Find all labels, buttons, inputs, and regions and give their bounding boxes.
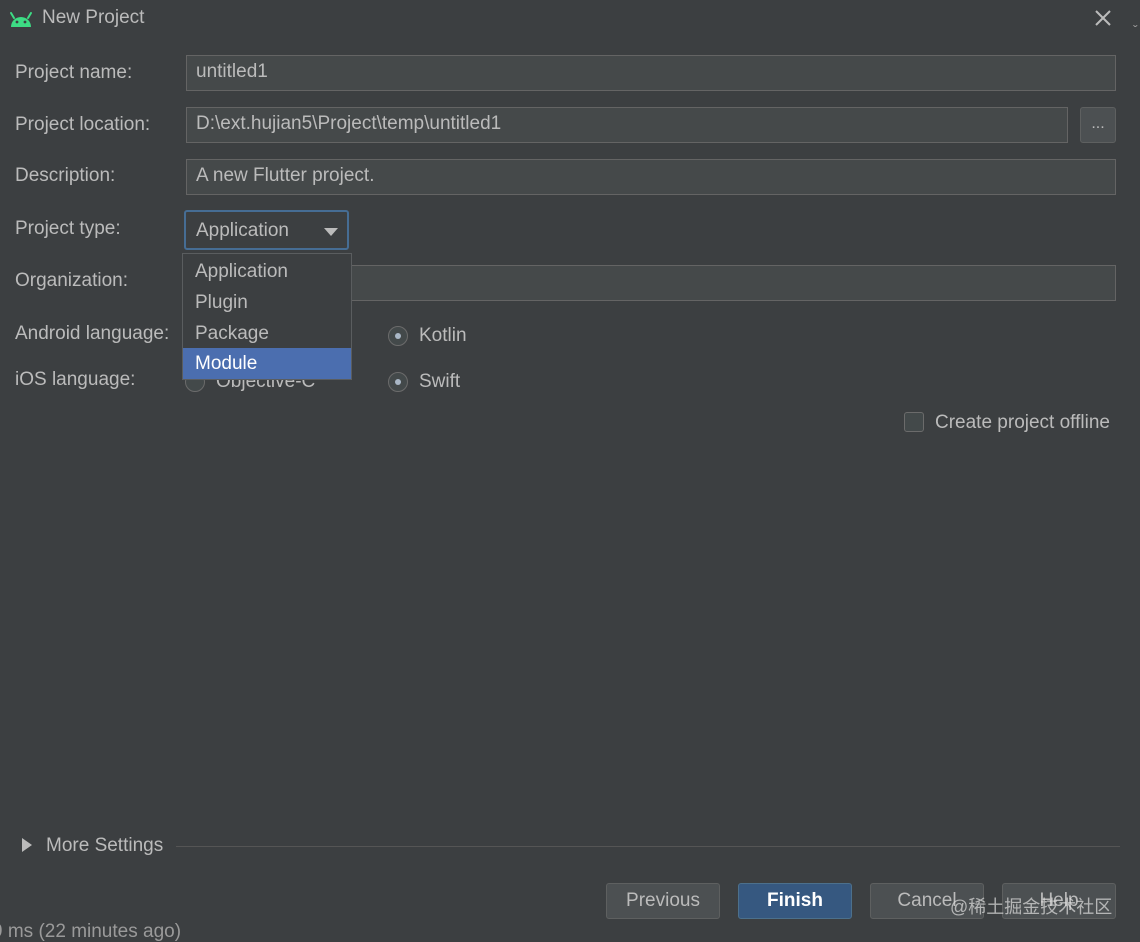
more-settings-toggle[interactable]: More Settings	[46, 835, 163, 857]
edge-mark: ˇ	[1133, 22, 1138, 38]
new-project-dialog: New Project ˇ Project name: untitled1 Pr…	[0, 0, 1140, 942]
finish-button[interactable]: Finish	[738, 883, 852, 919]
chevron-right-icon[interactable]	[22, 838, 32, 852]
dialog-title: New Project	[42, 7, 145, 28]
organization-label: Organization:	[15, 270, 129, 291]
project-type-dropdown: Application Plugin Package Module	[182, 253, 352, 380]
android-language-label: Android language:	[15, 323, 170, 344]
watermark: @稀土掘金技术社区	[950, 897, 1113, 917]
previous-button[interactable]: Previous	[606, 883, 720, 919]
project-name-label: Project name:	[15, 62, 133, 83]
dropdown-option-package[interactable]: Package	[183, 318, 351, 349]
dropdown-option-plugin[interactable]: Plugin	[183, 287, 351, 318]
title-bar: New Project	[0, 0, 1140, 38]
project-type-combo[interactable]: Application	[184, 210, 349, 250]
description-input[interactable]: A new Flutter project.	[186, 159, 1116, 195]
more-settings-divider	[176, 846, 1120, 847]
kotlin-radio[interactable]	[388, 326, 408, 346]
project-type-label: Project type:	[15, 218, 121, 239]
project-name-input[interactable]: untitled1	[186, 55, 1116, 91]
create-offline-label: Create project offline	[935, 412, 1110, 433]
chevron-down-icon	[324, 228, 338, 236]
status-text: 9 ms (22 minutes ago)	[0, 921, 182, 942]
ios-language-label: iOS language:	[15, 369, 136, 390]
swift-radio-label: Swift	[419, 371, 461, 392]
project-location-label: Project location:	[15, 114, 151, 135]
swift-radio[interactable]	[388, 372, 408, 392]
project-type-value: Application	[196, 220, 289, 241]
dropdown-option-application[interactable]: Application	[183, 256, 351, 287]
project-location-input[interactable]: D:\ext.hujian5\Project\temp\untitled1	[186, 107, 1068, 143]
close-icon[interactable]	[1092, 7, 1114, 29]
create-offline-checkbox[interactable]	[904, 412, 924, 432]
android-icon	[10, 12, 32, 27]
kotlin-radio-label: Kotlin	[419, 325, 467, 346]
browse-button[interactable]: ...	[1080, 107, 1116, 143]
dropdown-option-module[interactable]: Module	[183, 348, 351, 379]
description-label: Description:	[15, 165, 116, 186]
